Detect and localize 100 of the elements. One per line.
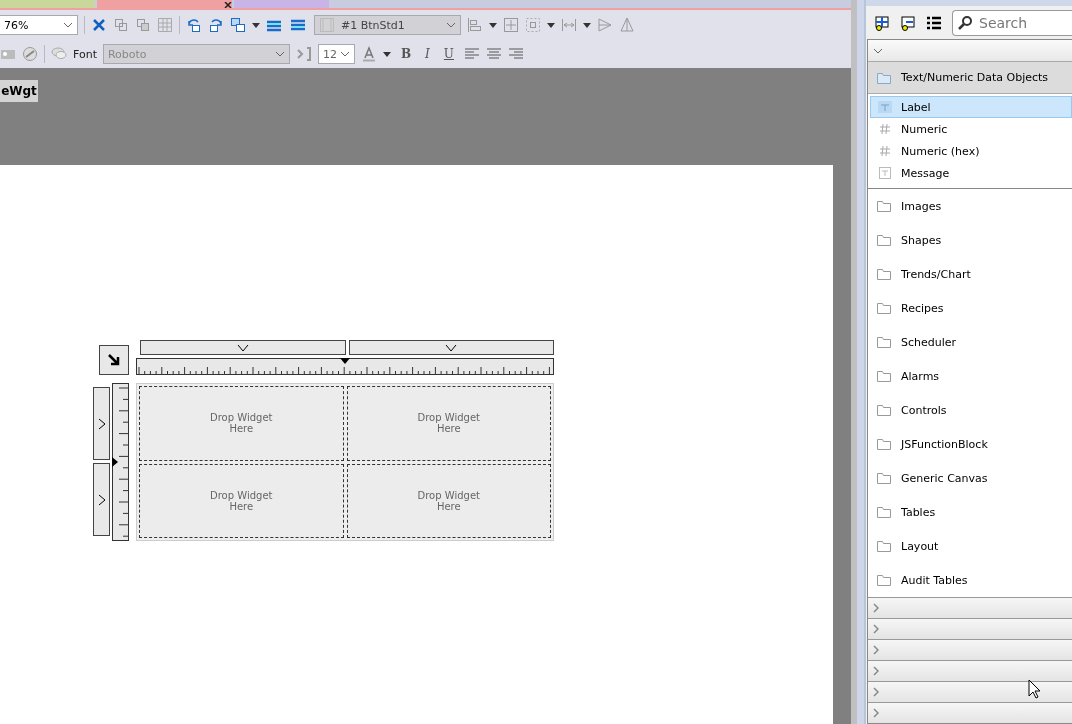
folder-icon[interactable] xyxy=(876,300,892,316)
folder-icon[interactable] xyxy=(876,368,892,384)
italic-button[interactable]: I xyxy=(421,47,434,61)
search-field[interactable]: Search xyxy=(952,9,1072,36)
edit-widget-icon[interactable] xyxy=(900,14,916,31)
folder-item[interactable]: Scheduler xyxy=(868,325,1072,359)
drop-zone[interactable]: Drop Widget Here xyxy=(346,386,551,461)
flip-horizontal-icon[interactable] xyxy=(597,17,613,33)
center-icon[interactable] xyxy=(503,17,519,33)
message-icon[interactable] xyxy=(877,165,893,181)
collapsed-section[interactable] xyxy=(868,618,1072,639)
caret-icon[interactable] xyxy=(547,22,555,28)
folder-icon[interactable] xyxy=(876,504,892,520)
chevron-right-icon xyxy=(873,603,879,613)
align-text-center-icon[interactable] xyxy=(486,46,502,62)
chevron-down-icon[interactable] xyxy=(274,51,285,57)
rotate-right-icon[interactable] xyxy=(208,17,224,33)
folder-item[interactable]: JSFunctionBlock xyxy=(868,427,1072,461)
chevron-right-icon xyxy=(873,666,879,676)
search-icon[interactable] xyxy=(957,14,973,31)
drop-zone[interactable]: Drop Widget Here xyxy=(139,386,344,461)
folder-icon[interactable] xyxy=(876,198,892,214)
close-icon[interactable] xyxy=(224,2,232,8)
caret-icon[interactable] xyxy=(252,22,260,28)
font-color-icon[interactable] xyxy=(360,46,377,62)
caret-icon[interactable] xyxy=(382,51,391,57)
cursor-icon xyxy=(1028,679,1041,699)
folder-item[interactable]: Recipes xyxy=(868,291,1072,325)
chevron-right-icon xyxy=(873,624,879,634)
folder-icon[interactable] xyxy=(876,470,892,486)
folder-icon[interactable] xyxy=(876,402,892,418)
chevron-down-icon[interactable] xyxy=(873,47,883,54)
row-button[interactable] xyxy=(93,463,110,536)
group-header[interactable]: Text/Numeric Data Objects xyxy=(868,62,1072,94)
font-size-dropdown[interactable]: 12 xyxy=(317,44,355,64)
folder-item[interactable]: Shapes xyxy=(868,223,1072,257)
ungroup-icon[interactable] xyxy=(135,17,151,33)
grid-icon[interactable] xyxy=(157,17,173,33)
group-icon[interactable] xyxy=(113,17,129,33)
folder-icon[interactable] xyxy=(876,232,892,248)
add-widget-icon[interactable] xyxy=(874,14,890,31)
distribute-icon[interactable] xyxy=(525,17,541,33)
caret-icon[interactable] xyxy=(583,22,591,28)
indent-icon[interactable] xyxy=(295,46,312,62)
chevron-down-icon[interactable] xyxy=(339,51,350,57)
folder-icon[interactable] xyxy=(876,538,892,554)
align-left-icon[interactable] xyxy=(467,17,483,33)
folder-icon[interactable] xyxy=(876,266,892,282)
drop-zone[interactable]: Drop Widget Here xyxy=(139,463,344,538)
folder-item[interactable]: Tables xyxy=(868,495,1072,529)
spacing-icon[interactable] xyxy=(561,17,577,33)
hash-icon[interactable] xyxy=(877,143,893,159)
font-label: Font xyxy=(73,47,97,61)
gallery-item[interactable]: Numeric (hex) xyxy=(870,140,1072,162)
gallery-item[interactable]: Message xyxy=(870,162,1072,184)
folder-item[interactable]: Generic Canvas xyxy=(868,461,1072,495)
folder-item[interactable]: Images xyxy=(868,189,1072,223)
folder-item[interactable]: Audit Tables xyxy=(868,563,1072,597)
collapsed-section[interactable] xyxy=(868,639,1072,660)
header-button[interactable] xyxy=(348,340,554,355)
hash-icon[interactable] xyxy=(877,121,893,137)
folder-icon[interactable] xyxy=(876,334,892,350)
align-text-right-icon[interactable] xyxy=(508,46,524,62)
underline-button[interactable]: U xyxy=(439,47,458,61)
style-dropdown[interactable]: #1 BtnStd1 xyxy=(314,15,461,35)
folder-item[interactable]: Trends/Chart xyxy=(868,257,1072,291)
gallery-item[interactable]: Label xyxy=(870,96,1072,118)
scrollbar[interactable] xyxy=(851,0,857,724)
folder-item[interactable]: Alarms xyxy=(868,359,1072,393)
chevron-down-icon[interactable] xyxy=(446,22,456,28)
list-icon[interactable] xyxy=(926,14,942,31)
caret-icon[interactable] xyxy=(489,22,497,28)
collapsed-section[interactable] xyxy=(868,660,1072,681)
folder-icon[interactable] xyxy=(876,436,892,452)
delete-icon[interactable] xyxy=(91,17,107,33)
flip-vertical-icon[interactable] xyxy=(619,17,635,33)
rotate-left-icon[interactable] xyxy=(186,17,202,33)
chevron-right-icon xyxy=(873,708,879,718)
folder-item[interactable]: Layout xyxy=(868,529,1072,563)
row-button[interactable] xyxy=(93,387,110,460)
chevron-down-icon xyxy=(445,343,458,352)
align-text-left-icon[interactable] xyxy=(464,46,480,62)
corner-button[interactable] xyxy=(99,345,129,375)
collapsed-section[interactable] xyxy=(868,702,1072,723)
zoom-dropdown[interactable]: 76% xyxy=(0,15,78,35)
bold-button[interactable]: B xyxy=(396,47,416,61)
folder-item[interactable]: Controls xyxy=(868,393,1072,427)
header-button[interactable] xyxy=(140,340,346,355)
folder-icon[interactable] xyxy=(876,572,892,588)
chevron-down-icon[interactable] xyxy=(63,22,73,28)
collapse-bar[interactable] xyxy=(868,40,1072,62)
gallery-item[interactable]: Numeric xyxy=(870,118,1072,140)
layers-icon[interactable] xyxy=(230,17,246,33)
drop-zone[interactable]: Drop Widget Here xyxy=(346,463,551,538)
collapsed-section[interactable] xyxy=(868,597,1072,618)
send-back-icon[interactable] xyxy=(290,17,308,33)
collapsed-section[interactable] xyxy=(868,681,1072,702)
comment-icon[interactable] xyxy=(51,46,67,62)
screen-tab[interactable]: eWgt xyxy=(0,80,38,102)
text-icon[interactable] xyxy=(877,99,893,115)
